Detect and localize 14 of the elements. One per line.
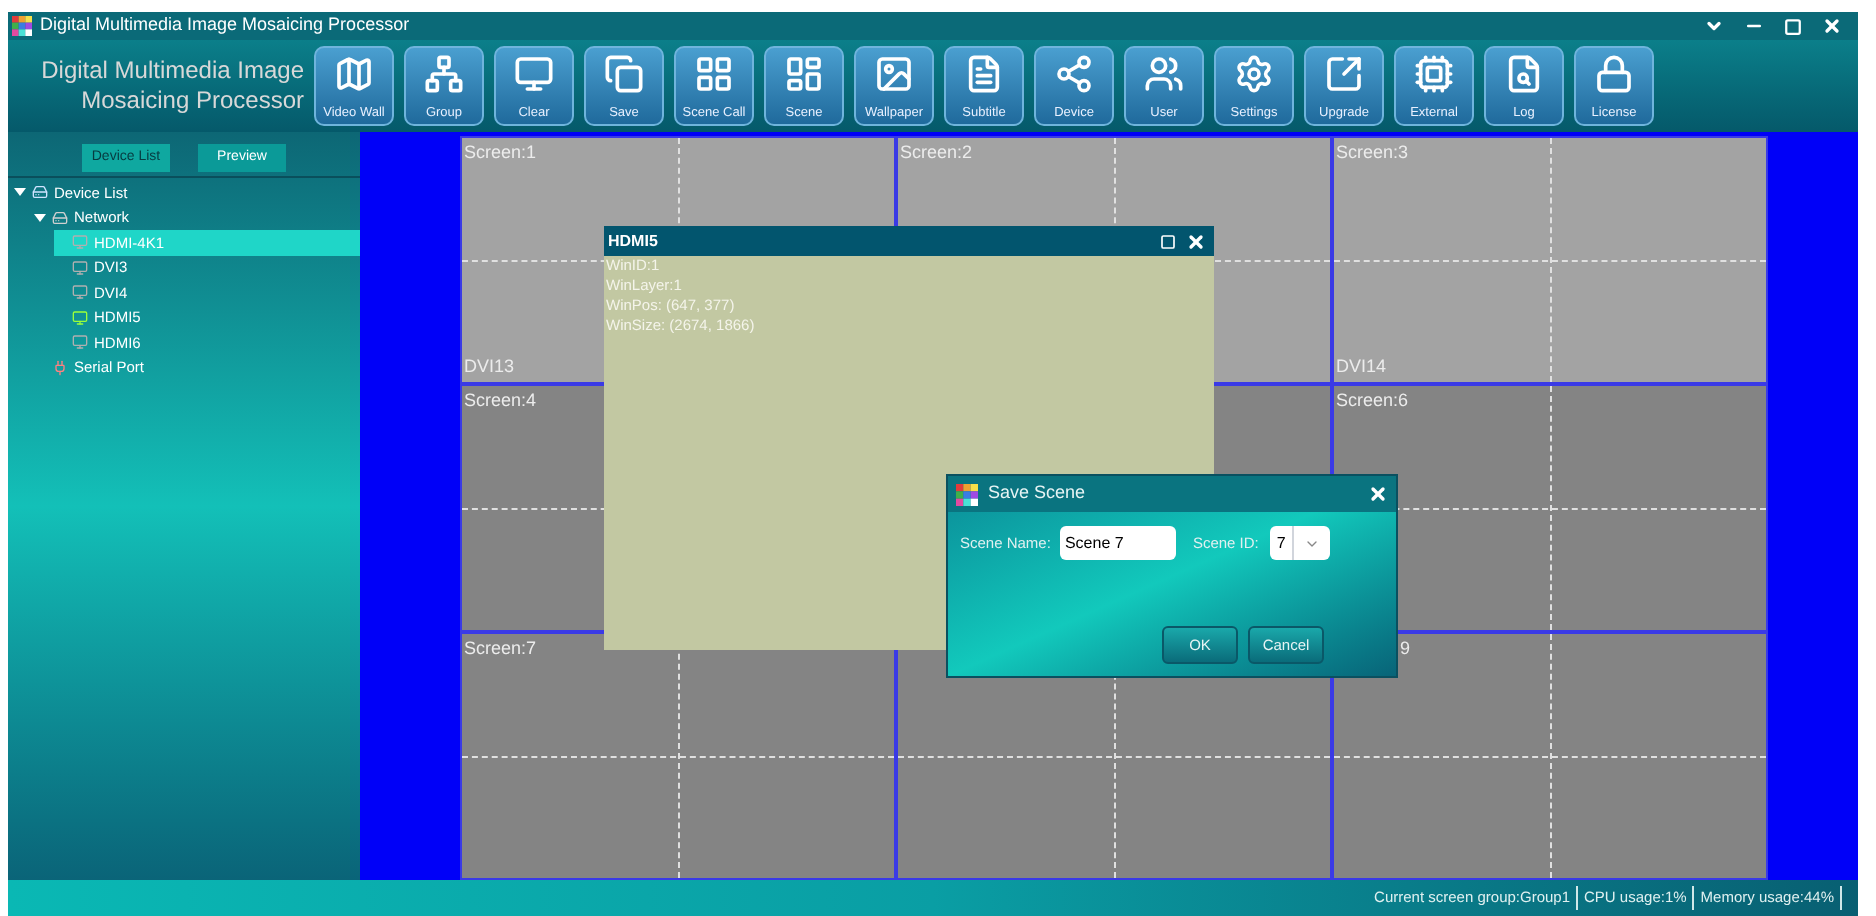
screen-label: Screen:7 [464,636,537,662]
screen-label: Screen:3 [1336,140,1409,166]
window-title: Digital Multimedia Image Mosaicing Processor [40,12,410,39]
brand-text: Mosaicing Processor [81,86,304,116]
source-label: DVI14 [1336,353,1387,379]
source-window-title: HDMI5 [608,229,658,253]
brand-text: Digital Multimedia Image [41,56,304,86]
source-label: DVI13 [464,353,515,379]
screen-label: 9 [1400,636,1411,662]
screen-label: Screen:6 [1336,388,1409,414]
screen-label: Screen:4 [464,388,537,414]
screen-label: Screen:1 [464,140,537,166]
dialog-title: Save Scene [988,480,1086,507]
screen-label: Screen:2 [900,140,973,166]
